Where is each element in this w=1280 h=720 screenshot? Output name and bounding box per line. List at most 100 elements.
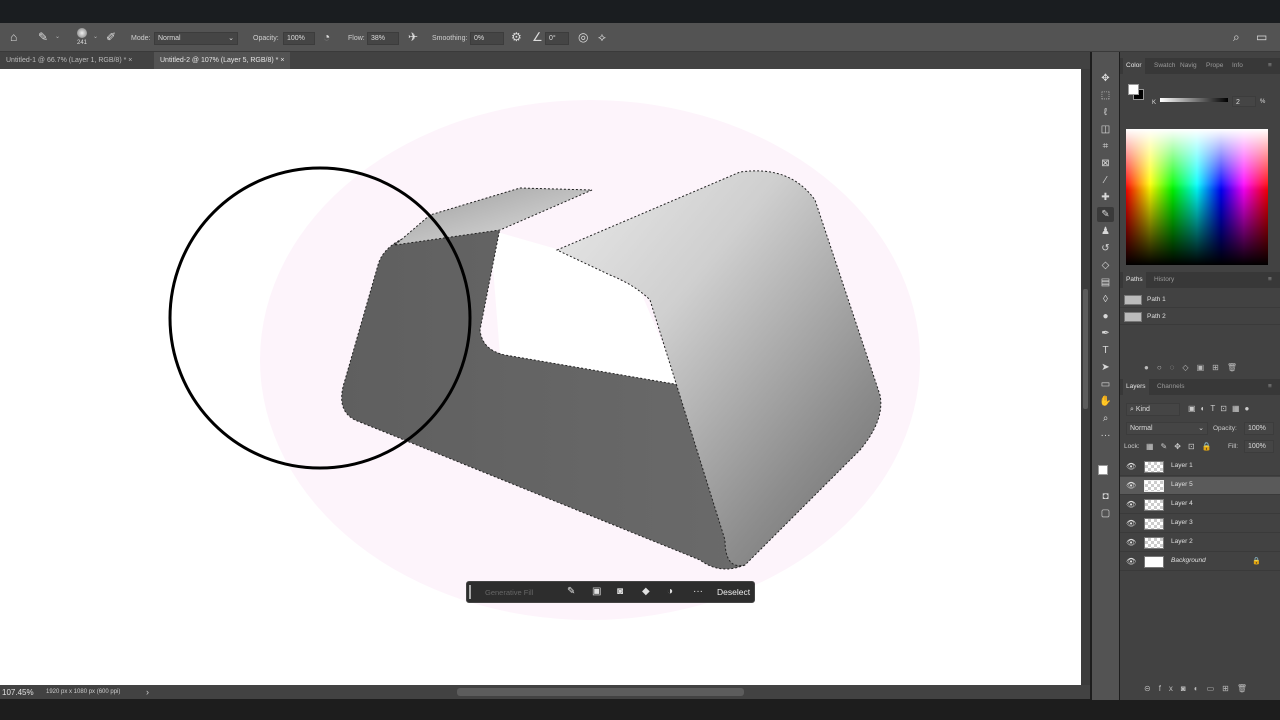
history-brush-tool-icon[interactable]: ↺ <box>1097 241 1114 256</box>
eye-icon[interactable]: 👁 <box>1126 481 1136 490</box>
type-tool-icon[interactable]: T <box>1097 343 1114 358</box>
healing-tool-icon[interactable]: ✚ <box>1097 190 1114 205</box>
layer-row[interactable]: 👁 Layer 3 <box>1120 515 1280 533</box>
tab-color[interactable]: Color <box>1123 58 1145 74</box>
symmetry-icon[interactable]: ⟡ <box>598 30 606 45</box>
hand-tool-icon[interactable]: ✋ <box>1097 394 1114 409</box>
tab-info[interactable]: Info <box>1232 58 1243 74</box>
layer-filter-kind[interactable]: ⌕ Kind <box>1126 403 1180 416</box>
opacity-field[interactable]: 100% <box>1244 422 1274 435</box>
generative-fill-button[interactable]: Generative Fill <box>485 588 533 597</box>
eye-icon[interactable]: 👁 <box>1126 538 1136 547</box>
zoom-tool-icon[interactable]: ⌕ <box>1097 411 1114 426</box>
drag-handle[interactable] <box>469 585 471 599</box>
brush-tool-icon[interactable]: ✎ <box>38 30 48 44</box>
adjustment-icon[interactable]: ◑ <box>667 586 673 597</box>
gear-icon[interactable]: ⚙ <box>511 30 522 44</box>
zoom-level[interactable]: 107.45% <box>2 688 34 697</box>
layer-row-selected[interactable]: 👁 Layer 5 <box>1120 477 1280 495</box>
tab-swatches[interactable]: Swatch <box>1154 58 1175 74</box>
flow-field[interactable]: 38% <box>367 32 399 45</box>
eye-icon[interactable]: 👁 <box>1126 462 1136 471</box>
lasso-tool-icon[interactable]: ℓ <box>1097 105 1114 120</box>
search-icon[interactable]: ⌕ <box>1233 30 1240 45</box>
path-item[interactable]: Path 2 <box>1120 309 1280 325</box>
layer-row[interactable]: 👁 Layer 4 <box>1120 496 1280 514</box>
pen-tool-icon[interactable]: ✒ <box>1097 326 1114 341</box>
foreground-color-swatch[interactable] <box>1098 465 1108 475</box>
layers-panel-footer-icons[interactable]: ⊝fx◙◐▭⊞🗑 <box>1144 684 1255 693</box>
pressure-size-icon[interactable]: ◎ <box>578 30 588 44</box>
close-icon[interactable]: × <box>280 57 284 64</box>
gradient-tool-icon[interactable]: ▤ <box>1097 275 1114 290</box>
scroll-thumb[interactable] <box>1083 289 1088 409</box>
opacity-field[interactable]: 100% <box>283 32 315 45</box>
eye-icon[interactable]: 👁 <box>1126 557 1136 566</box>
chevron-down-icon[interactable]: ⌄ <box>93 33 98 40</box>
airbrush-icon[interactable]: ✈ <box>408 30 418 44</box>
rectangle-tool-icon[interactable]: ▭ <box>1097 377 1114 392</box>
eye-icon[interactable]: 👁 <box>1126 519 1136 528</box>
foreground-color-chip[interactable] <box>1128 84 1139 95</box>
stamp-tool-icon[interactable]: ♟ <box>1097 224 1114 239</box>
tab-untitled-2[interactable]: Untitled-2 @ 107% (Layer 5, RGB/8) * × <box>154 52 291 69</box>
object-select-tool-icon[interactable]: ◫ <box>1097 122 1114 137</box>
home-icon[interactable]: ⌂ <box>10 30 17 44</box>
mode-select[interactable]: Normal ⌄ <box>154 32 238 45</box>
vertical-scrollbar[interactable] <box>1081 69 1090 685</box>
eyedropper-tool-icon[interactable]: ⁄ <box>1097 173 1114 188</box>
workspace-icon[interactable]: ▭ <box>1256 30 1267 44</box>
more-options-icon[interactable]: ··· <box>693 586 703 597</box>
tab-untitled-1[interactable]: Untitled-1 @ 66.7% (Layer 1, RGB/8) * × <box>0 52 138 69</box>
status-menu-arrow[interactable]: › <box>146 687 149 697</box>
panel-menu-icon[interactable]: ≡ <box>1268 379 1272 395</box>
panel-menu-icon[interactable]: ≡ <box>1268 272 1272 288</box>
brush-preset-icon[interactable] <box>77 28 87 38</box>
layer-row[interactable]: 👁 Layer 1 <box>1120 458 1280 476</box>
brush-settings-icon[interactable]: ✐ <box>106 30 116 44</box>
fill-icon[interactable]: ◆ <box>642 586 650 597</box>
deselect-button[interactable]: Deselect <box>717 587 750 597</box>
eye-icon[interactable]: 👁 <box>1126 500 1136 509</box>
dodge-tool-icon[interactable]: ● <box>1097 309 1114 324</box>
horizontal-scrollbar[interactable] <box>457 688 744 696</box>
eraser-tool-icon[interactable]: ◇ <box>1097 258 1114 273</box>
tab-properties[interactable]: Prope <box>1206 58 1223 74</box>
tab-history[interactable]: History <box>1154 272 1174 288</box>
panel-menu-icon[interactable]: ≡ <box>1268 58 1272 74</box>
paths-panel-footer-icons[interactable]: ●○◌◇▣⊞🗑 <box>1144 363 1245 372</box>
crop-tool-icon[interactable]: ⌗ <box>1097 139 1114 154</box>
tab-layers[interactable]: Layers <box>1123 379 1149 395</box>
layer-row[interactable]: 👁 Background 🔒 <box>1120 553 1280 571</box>
path-item[interactable]: Path 1 <box>1120 292 1280 308</box>
brush-tool-icon[interactable]: ✎ <box>1097 207 1114 222</box>
angle-field[interactable]: 0° <box>545 32 569 45</box>
blend-mode-select[interactable]: Normal ⌄ <box>1126 422 1208 435</box>
modify-selection-icon[interactable]: ✎ <box>567 586 575 597</box>
pressure-opacity-icon[interactable]: ◔ <box>323 30 330 44</box>
blur-tool-icon[interactable]: ◊ <box>1097 292 1114 307</box>
layer-row[interactable]: 👁 Layer 2 <box>1120 534 1280 552</box>
k-value-field[interactable]: 2 <box>1232 96 1256 107</box>
canvas[interactable]: Generative Fill ✎ ▣ ◙ ◆ ◑ ··· Deselect <box>0 69 1081 685</box>
tab-channels[interactable]: Channels <box>1157 379 1184 395</box>
close-icon[interactable]: × <box>128 57 132 64</box>
fill-field[interactable]: 100% <box>1244 440 1274 453</box>
layer-filter-icons[interactable]: ▣◐T⊡▦● <box>1188 404 1254 413</box>
marquee-tool-icon[interactable]: ⬚ <box>1097 88 1114 103</box>
frame-tool-icon[interactable]: ⊠ <box>1097 156 1114 171</box>
tab-navigator[interactable]: Navig <box>1180 58 1197 74</box>
color-spectrum[interactable] <box>1126 129 1268 265</box>
tab-paths[interactable]: Paths <box>1123 272 1146 288</box>
k-slider[interactable] <box>1160 98 1228 102</box>
quick-mask-icon[interactable]: ◘ <box>1097 489 1114 504</box>
smoothing-field[interactable]: 0% <box>470 32 504 45</box>
path-select-tool-icon[interactable]: ➤ <box>1097 360 1114 375</box>
mask-icon[interactable]: ◙ <box>617 586 623 597</box>
move-tool-icon[interactable]: ✥ <box>1097 71 1114 86</box>
chevron-down-icon[interactable]: ⌄ <box>55 33 60 40</box>
screen-mode-icon[interactable]: ▢ <box>1097 506 1114 521</box>
invert-selection-icon[interactable]: ▣ <box>592 586 601 597</box>
lock-icons[interactable]: ▦✎✥⊡🔒 <box>1146 442 1219 451</box>
more-tools-icon[interactable]: ··· <box>1097 428 1114 443</box>
